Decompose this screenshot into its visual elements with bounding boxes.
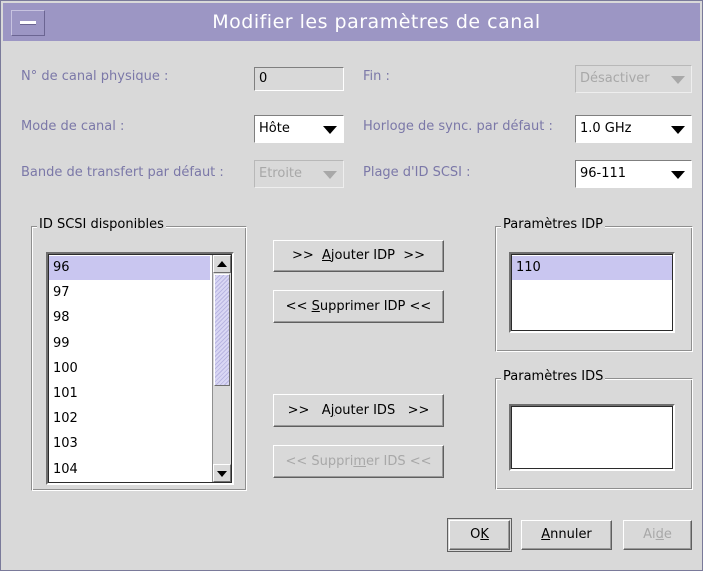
list-item[interactable]: 98 bbox=[49, 306, 210, 330]
list-frame bbox=[511, 406, 673, 469]
dialog-window: Modifier les paramètres de canal N° de c… bbox=[0, 0, 703, 571]
add-ids-label-post: outer IDS >> bbox=[334, 403, 430, 418]
add-idp-label-post: jouter IDP >> bbox=[330, 248, 426, 263]
list-item[interactable]: 101 bbox=[49, 382, 210, 406]
available-ids-list[interactable]: 96 97 98 99 100 101 102 103 104 bbox=[46, 252, 234, 485]
add-ids-label-pre: >> A bbox=[287, 403, 331, 418]
minus-icon bbox=[20, 21, 36, 25]
list-item[interactable]: 100 bbox=[49, 357, 210, 381]
add-idp-mnemonic: A bbox=[322, 248, 331, 263]
cancel-mnemonic: A bbox=[541, 527, 551, 542]
list-item[interactable]: 96 bbox=[49, 256, 210, 280]
chevron-down-icon bbox=[671, 171, 685, 179]
end-label: Fin : bbox=[363, 69, 390, 84]
scrollbar-thumb[interactable] bbox=[214, 274, 230, 386]
ok-mnemonic: K bbox=[480, 527, 489, 542]
add-idp-button[interactable]: >> Ajouter IDP >> bbox=[273, 240, 444, 272]
end-value: Désactiver bbox=[580, 71, 650, 86]
ok-button[interactable]: OK bbox=[447, 518, 512, 552]
physical-channel-field: 0 bbox=[254, 67, 344, 91]
transfer-band-dropdown: Etroite bbox=[254, 160, 344, 188]
cancel-label-post: nnuler bbox=[550, 527, 592, 542]
remove-idp-label-pre: << bbox=[285, 299, 312, 314]
channel-mode-dropdown[interactable]: Hôte bbox=[254, 115, 344, 143]
scroll-up-button[interactable] bbox=[213, 255, 231, 273]
chevron-down-icon bbox=[323, 171, 337, 179]
sync-clock-value: 1.0 GHz bbox=[580, 121, 632, 136]
ok-label-pre: O bbox=[470, 527, 481, 542]
arrow-down-icon bbox=[217, 471, 227, 477]
scsi-range-value: 96-111 bbox=[580, 166, 627, 181]
idp-params-list[interactable]: 110 bbox=[509, 252, 675, 333]
help-label-pre: Ai bbox=[643, 527, 656, 542]
add-idp-label-pre: >> bbox=[291, 248, 323, 263]
remove-idp-button[interactable]: << Supprimer IDP << bbox=[273, 290, 444, 323]
help-label-post: e bbox=[663, 527, 672, 542]
list-item[interactable]: 99 bbox=[49, 332, 210, 356]
window-title: Modifier les paramètres de canal bbox=[212, 11, 541, 33]
list-item[interactable]: 102 bbox=[49, 407, 210, 431]
scsi-range-dropdown[interactable]: 96-111 bbox=[575, 160, 692, 188]
list-item[interactable]: 97 bbox=[49, 281, 210, 305]
ids-params-title: Paramètres IDS bbox=[501, 369, 606, 384]
cancel-button[interactable]: Annuler bbox=[521, 520, 612, 550]
help-mnemonic: d bbox=[655, 527, 664, 542]
sync-clock-label: Horloge de sync. par défaut : bbox=[363, 119, 553, 134]
title-bar: Modifier les paramètres de canal bbox=[3, 3, 700, 41]
transfer-band-label: Bande de transfert par défaut : bbox=[21, 165, 224, 180]
idp-params-title: Paramètres IDP bbox=[501, 217, 605, 232]
list-item[interactable]: 104 bbox=[49, 458, 210, 482]
ids-params-list[interactable] bbox=[509, 404, 675, 471]
transfer-band-value: Etroite bbox=[259, 166, 303, 181]
remove-ids-mnemonic: m bbox=[353, 454, 367, 469]
available-ids-title: ID SCSI disponibles bbox=[37, 217, 166, 232]
chevron-down-icon bbox=[671, 126, 685, 134]
window-menu-button[interactable] bbox=[11, 10, 45, 36]
remove-ids-label-pre: << Suppri bbox=[285, 454, 354, 469]
chevron-down-icon bbox=[671, 76, 685, 84]
remove-ids-button: << Supprimer IDS << bbox=[273, 445, 444, 478]
remove-ids-label-post: er IDS << bbox=[366, 454, 432, 469]
chevron-down-icon bbox=[323, 126, 337, 134]
sync-clock-dropdown[interactable]: 1.0 GHz bbox=[575, 115, 692, 143]
list-item[interactable]: 110 bbox=[512, 256, 672, 280]
channel-mode-label: Mode de canal : bbox=[21, 119, 125, 134]
help-button: Aide bbox=[623, 520, 692, 550]
remove-idp-label-post: upprimer IDP << bbox=[319, 299, 432, 314]
scsi-range-label: Plage d'ID SCSI : bbox=[363, 165, 471, 180]
scroll-down-button[interactable] bbox=[213, 464, 231, 482]
remove-idp-mnemonic: S bbox=[311, 299, 320, 314]
vertical-scrollbar[interactable] bbox=[212, 255, 231, 482]
physical-channel-label: N° de canal physique : bbox=[21, 69, 169, 84]
arrow-up-icon bbox=[217, 261, 227, 267]
list-item[interactable]: 103 bbox=[49, 432, 210, 456]
add-ids-button[interactable]: >> Ajouter IDS >> bbox=[273, 394, 444, 427]
end-dropdown: Désactiver bbox=[575, 65, 692, 93]
channel-mode-value: Hôte bbox=[259, 121, 290, 136]
